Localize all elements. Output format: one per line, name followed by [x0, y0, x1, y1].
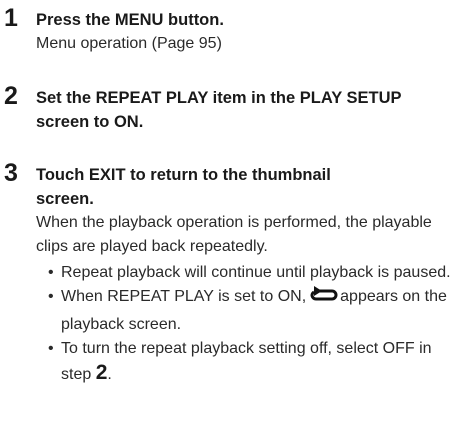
- step-number: 1: [4, 4, 18, 32]
- step-body: When the playback operation is performed…: [36, 214, 432, 255]
- step-3: 3 Touch EXIT to return to the thumbnail …: [0, 159, 467, 419]
- step-reference: 2: [95, 361, 108, 384]
- list-item: To turn the repeat playback setting off,…: [48, 337, 463, 387]
- step-title: Set the REPEAT PLAY item in the PLAY SET…: [36, 89, 402, 131]
- note-text: To turn the repeat playback setting off,…: [61, 340, 432, 383]
- step-title: Touch EXIT to return to the thumbnail sc…: [36, 166, 331, 208]
- note-text: .: [107, 366, 112, 383]
- step-2: 2 Set the REPEAT PLAY item in the PLAY S…: [0, 82, 467, 138]
- note-text: When REPEAT PLAY is set to ON,: [61, 288, 307, 305]
- step-title: Press the MENU button.: [36, 11, 224, 29]
- list-item: Repeat playback will continue until play…: [48, 261, 463, 285]
- step-body: Menu operation (Page 95): [36, 35, 222, 52]
- step-1: 1 Press the MENU button. Menu operation …: [0, 4, 467, 60]
- step-number: 2: [4, 82, 18, 110]
- list-item: When REPEAT PLAY is set to ON,appears on…: [48, 285, 463, 337]
- note-list: Repeat playback will continue until play…: [48, 261, 463, 387]
- repeat-icon: [310, 285, 338, 313]
- step-number: 3: [4, 159, 18, 187]
- note-text: Repeat playback will continue until play…: [61, 264, 451, 281]
